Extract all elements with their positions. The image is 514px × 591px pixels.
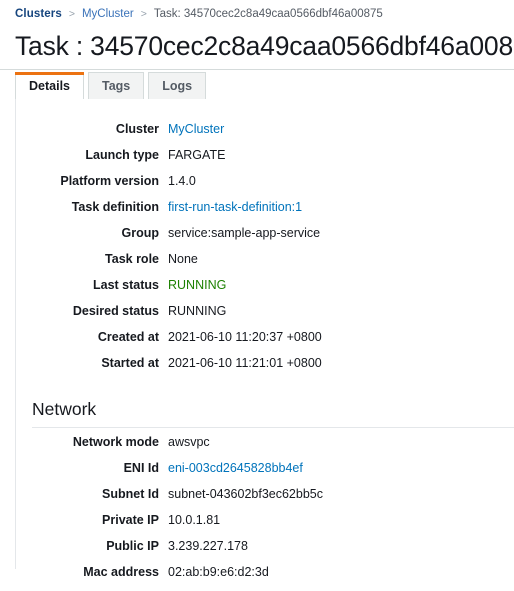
network-section-spacer [16, 382, 514, 398]
details-row-list: Cluster MyCluster Launch type FARGATE Pl… [16, 115, 514, 382]
tab-bar: Details Tags Logs [0, 70, 514, 99]
detail-value-platform-version: 1.4.0 [168, 174, 196, 188]
network-value-public-ip: 3.239.227.178 [168, 539, 248, 553]
detail-label: Cluster [115, 122, 159, 136]
network-section: Network Network mode awsvpc ENI Id eni-0… [16, 398, 514, 591]
detail-row-last-status: Last status RUNNING [16, 278, 514, 304]
breadcrumb: Clusters > MyCluster > Task: 34570cec2c8… [0, 0, 514, 28]
detail-label: Last status [93, 278, 159, 292]
network-value-eni-id-link[interactable]: eni-003cd2645828bb4ef [159, 461, 303, 475]
detail-label: Created at [97, 330, 159, 344]
network-row-list: Network mode awsvpc ENI Id eni-003cd2645… [16, 428, 514, 591]
tab-details-label: Details [29, 79, 70, 93]
network-row-eni-id: ENI Id eni-003cd2645828bb4ef [16, 461, 514, 487]
detail-value-created-at: 2021-06-10 11:20:37 +0800 [168, 330, 322, 344]
network-value-mac-address: 02:ab:b9:e6:d2:3d [168, 565, 269, 579]
panel-top-spacer [16, 99, 514, 115]
detail-value-task-role: None [168, 252, 198, 266]
breadcrumb-separator-icon: > [140, 8, 147, 20]
tab-logs[interactable]: Logs [148, 72, 207, 99]
network-value-subnet-id: subnet-043602bf3ec62bb5c [168, 487, 323, 501]
detail-row-platform-version: Platform version 1.4.0 [16, 174, 514, 200]
detail-row-task-definition: Task definition first-run-task-definitio… [16, 200, 514, 226]
breadcrumb-separator-icon: > [68, 8, 75, 20]
network-value-network-mode: awsvpc [168, 435, 210, 449]
breadcrumb-item-mycluster[interactable]: MyCluster [82, 8, 134, 20]
detail-value-started-at: 2021-06-10 11:21:01 +0800 [168, 356, 322, 370]
network-row-network-mode: Network mode awsvpc [16, 435, 514, 461]
detail-label: Desired status [72, 304, 159, 318]
breadcrumb-item-clusters[interactable]: Clusters [15, 8, 62, 20]
tab-tags-label: Tags [102, 79, 131, 93]
detail-label: Started at [101, 356, 159, 370]
network-label: Network mode [72, 435, 159, 449]
detail-row-group: Group service:sample-app-service [16, 226, 514, 252]
network-row-subnet-id: Subnet Id subnet-043602bf3ec62bb5c [16, 487, 514, 513]
detail-value-desired-status: RUNNING [168, 304, 227, 318]
network-row-private-ip: Private IP 10.0.1.81 [16, 513, 514, 539]
page-title: Task : 34570cec2c8a49caa0566dbf46a00875 [15, 31, 514, 61]
network-row-mac-address: Mac address 02:ab:b9:e6:d2:3d [16, 565, 514, 591]
detail-label: Task definition [71, 200, 159, 214]
detail-row-created-at: Created at 2021-06-10 11:20:37 +0800 [16, 330, 514, 356]
detail-label: Platform version [60, 174, 159, 188]
tab-tags[interactable]: Tags [88, 72, 145, 99]
tab-details[interactable]: Details [15, 72, 84, 99]
breadcrumb-item-task: Task: 34570cec2c8a49caa0566dbf46a00875 [153, 8, 383, 20]
network-label: Public IP [106, 539, 159, 553]
network-section-heading: Network [32, 399, 97, 419]
detail-value-group: service:sample-app-service [168, 226, 321, 240]
network-label: Subnet Id [102, 487, 159, 501]
network-label: ENI Id [123, 461, 159, 475]
network-row-public-ip: Public IP 3.239.227.178 [16, 539, 514, 565]
detail-label: Group [121, 226, 160, 240]
detail-row-started-at: Started at 2021-06-10 11:21:01 +0800 [16, 356, 514, 382]
details-panel: Cluster MyCluster Launch type FARGATE Pl… [15, 99, 514, 579]
detail-value-cluster-link[interactable]: MyCluster [159, 122, 224, 136]
details-section: Cluster MyCluster Launch type FARGATE Pl… [16, 115, 514, 382]
network-label: Mac address [83, 565, 159, 579]
detail-value-task-definition-link[interactable]: first-run-task-definition:1 [159, 200, 302, 214]
detail-row-cluster: Cluster MyCluster [16, 122, 514, 148]
status-badge-last-status: RUNNING [168, 278, 227, 292]
detail-label: Task role [105, 252, 159, 266]
detail-label: Launch type [85, 148, 159, 162]
network-value-private-ip: 10.0.1.81 [168, 513, 221, 527]
detail-value-launch-type: FARGATE [168, 148, 226, 162]
detail-row-launch-type: Launch type FARGATE [16, 148, 514, 174]
detail-row-task-role: Task role None [16, 252, 514, 278]
network-label: Private IP [102, 513, 159, 527]
tab-logs-label: Logs [162, 79, 193, 93]
detail-row-desired-status: Desired status RUNNING [16, 304, 514, 330]
